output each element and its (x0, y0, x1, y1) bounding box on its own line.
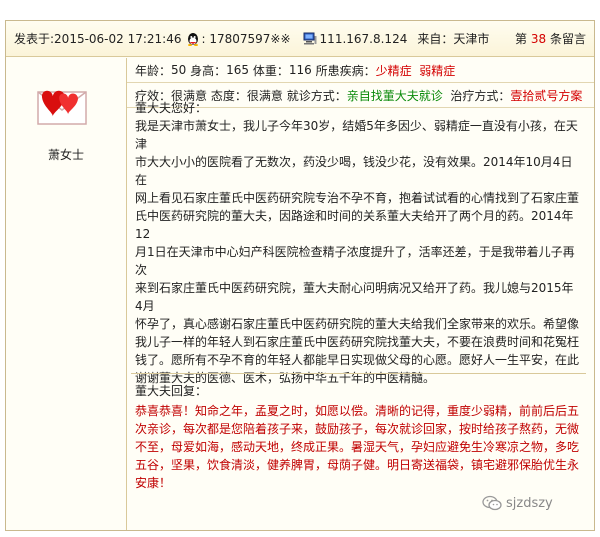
reply-line: 次亲诊，每次都是您陪着孩子来，鼓励孩子，每次就诊回家，按时给孩子熬药，无微 (135, 422, 580, 436)
ip-address: 111.167.8.124 (319, 31, 408, 46)
user-panel: 萧女士 (6, 58, 127, 530)
disease-1: 少精症 (375, 63, 412, 78)
height-value: 165 (226, 63, 250, 77)
posted-label: 发表于: (14, 32, 55, 46)
reply-line: 恭喜恭喜！知命之年，孟夏之时，如愿以偿。清晰的记得，重度少弱精，前前后后五 (135, 404, 580, 418)
body-line: 钱了。愿所有不孕不育的年轻人都能早日实现做父母的心愿。愿好人一生平安，在此 (135, 353, 580, 367)
reply-divider (131, 373, 586, 374)
disease-2: 弱精症 (419, 63, 456, 78)
body-line: 我是天津市萧女士，我儿子今年30岁，结婚5年多因少、弱精症一直没有小孩，在天津 (135, 119, 578, 151)
weight-value: 116 (288, 63, 312, 77)
message-card: 发表于: 2015-06-02 17:21:46 : 17807597※※ 11… (5, 20, 595, 531)
message-count: 第 38 条留言 (515, 32, 586, 46)
body-line: 来到石家庄董氏中医药研究院，董大夫耐心问明病况又给开了药。我儿媳与2015年4月 (135, 281, 574, 313)
message-number: 38 (530, 32, 547, 46)
body-line: 网上看见石家庄董氏中医药研究院专治不孕不育，抱着试试看的心情找到了石家庄董 (135, 191, 580, 205)
from-city: 天津市 (453, 32, 490, 46)
body-line: 怀孕了，真心感谢石家庄董氏中医药研究院的董大夫给我们全家带来的欢乐。希望像 (135, 317, 580, 331)
user-name: 萧女士 (47, 148, 84, 162)
body-line: 我儿子一样的年轻人到石家庄董氏中医药研究院找董大夫，不要在浪费时间和花冤枉 (135, 335, 580, 349)
computer-icon (303, 32, 317, 45)
watermark: sjzdszy (482, 495, 553, 511)
patient-info-row: 年龄： 50 身高： 165 体重： 116 所患疾病： 少精症 弱精症 (127, 58, 594, 83)
reply-line: 安康！ (135, 476, 172, 490)
envelope-hearts-icon (37, 90, 87, 125)
qq-icon (187, 32, 198, 46)
qq-number: : 17807597※※ (201, 31, 291, 46)
greeting: 董大夫您好： (135, 101, 208, 115)
body-line: 月1日在天津市中心妇产科医院检查精子浓度提升了，活率还差，于是我带着儿子再次 (135, 245, 575, 277)
from-label: 来自： (417, 32, 454, 46)
reply-body: 恭喜恭喜！知命之年，孟夏之时，如愿以偿。清晰的记得，重度少弱精，前前后后五 次亲… (135, 402, 583, 492)
age-value: 50 (171, 63, 187, 77)
reply-line: 五谷，坚果，饮食清淡，健养脾胃，母荫子健。明日寄送福袋，镇宅避邪保胎优生永 (135, 458, 580, 472)
body-line: 氏中医药研究院的董大夫，因路途和时间的关系董大夫给开了两个月的药。2014年12 (135, 209, 574, 241)
message-header: 发表于: 2015-06-02 17:21:46 : 17807597※※ 11… (6, 21, 594, 57)
wechat-icon (482, 495, 502, 511)
posted-time: 2015-06-02 17:21:46 (54, 31, 182, 46)
message-body: 董大夫您好： 我是天津市萧女士，我儿子今年30岁，结婚5年多因少、弱精症一直没有… (135, 99, 579, 387)
watermark-text: sjzdszy (506, 495, 553, 511)
body-line: 市大大小小的医院看了无数次，药没少喝，钱没少花，没有效果。2014年10月4日在 (135, 155, 573, 187)
reply-label: 董大夫回复： (135, 384, 208, 398)
reply-line: 不至，母爱如海，感动天地，终成正果。暑湿天气，孕妇应避免生冷寒凉之物，多吃 (135, 440, 580, 454)
